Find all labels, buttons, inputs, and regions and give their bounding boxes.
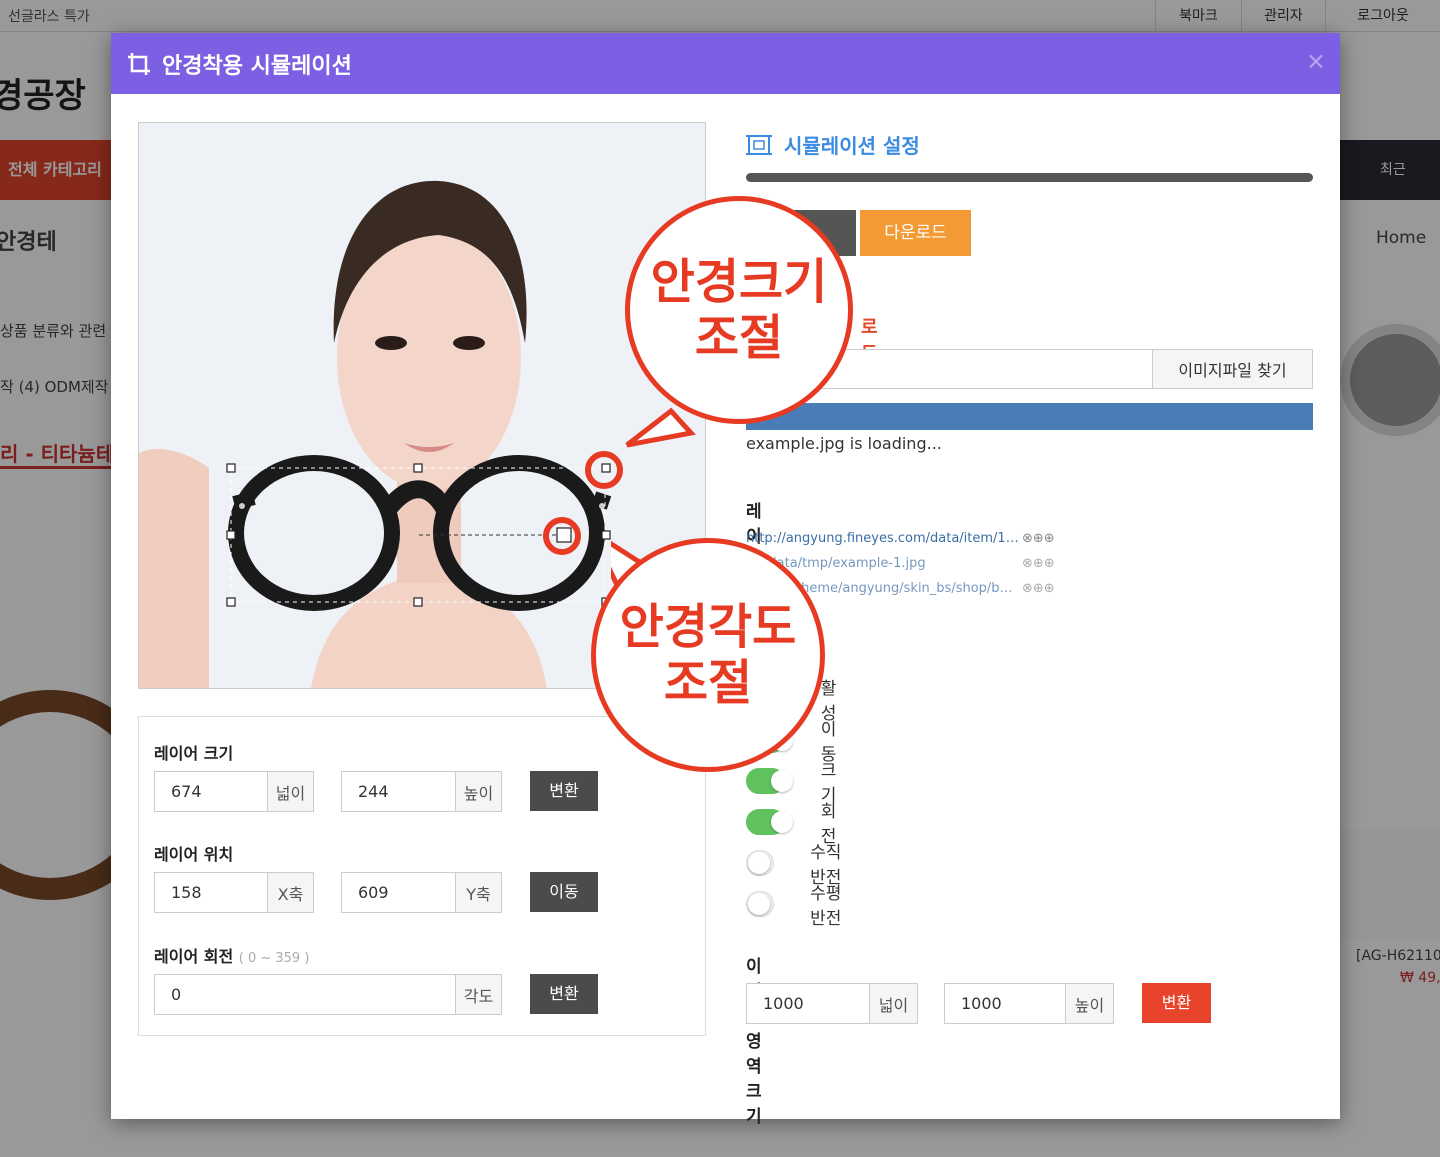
modal-header: 안경착용 시뮬레이션 xyxy=(111,33,1340,94)
layer-rotation-group: 각도 xyxy=(154,974,502,1015)
layer-actions-icon[interactable]: ⊗⊕⊕ xyxy=(1022,581,1055,596)
height-addon: 높이 xyxy=(455,772,501,811)
layer-width-input[interactable] xyxy=(155,772,267,811)
area-height-input[interactable] xyxy=(945,984,1065,1023)
layer-size-label: 레이어 크기 xyxy=(154,744,234,763)
area-width-group: 넓이 xyxy=(746,983,918,1024)
layer-height-group: 높이 xyxy=(341,771,502,812)
layer-x-group: X축 xyxy=(154,872,314,913)
apply-area-button[interactable]: 변환 xyxy=(1142,983,1211,1023)
resize-button[interactable]: 변환 xyxy=(530,771,598,811)
layer-form: 레이어 크기 넓이 높이 변환 레이어 위치 X축 Y축 이동 레이어 회전 (… xyxy=(138,716,706,1036)
area-width-addon: 넓이 xyxy=(869,984,917,1023)
loading-status: example.jpg is loading... xyxy=(746,434,942,453)
area-width-input[interactable] xyxy=(747,984,869,1023)
angle-addon: 각도 xyxy=(455,975,501,1014)
close-icon[interactable]: × xyxy=(1306,47,1326,75)
modal-title: 안경착용 시뮬레이션 xyxy=(162,53,352,79)
y-addon: Y축 xyxy=(455,873,501,912)
layer-y-group: Y축 xyxy=(341,872,502,913)
toggle-switch[interactable] xyxy=(746,891,775,917)
layer-width-group: 넓이 xyxy=(154,771,314,812)
layer-x-input[interactable] xyxy=(155,873,267,912)
rotate-button[interactable]: 변환 xyxy=(530,974,598,1014)
browse-image-button[interactable]: 이미지파일 찾기 xyxy=(1152,350,1312,388)
x-addon: X축 xyxy=(267,873,313,912)
layer-item[interactable]: /data/tmp/example-1.jpg ⊗⊕⊕ xyxy=(746,556,1055,571)
toggle-switch[interactable] xyxy=(746,768,793,794)
toggle-knob xyxy=(771,811,793,833)
layer-rotation-input[interactable] xyxy=(155,975,455,1014)
toggle-label: 수평반전 xyxy=(810,884,842,929)
layer-rotation-label: 레이어 회전 ( 0 ~ 359 ) xyxy=(154,947,310,966)
settings-title: 시뮬레이션 설정 xyxy=(746,130,920,159)
rotation-hint: ( 0 ~ 359 ) xyxy=(238,951,310,966)
simulation-modal: 안경착용 시뮬레이션 × 레이어 크기 674 넓이 244 높이 변환 레이어… xyxy=(111,33,1340,1127)
rotate-handle-highlight xyxy=(543,517,581,555)
layer-item[interactable]: http://angyung.fineyes.com/data/item/146… xyxy=(746,531,1055,546)
area-height-addon: 높이 xyxy=(1065,984,1113,1023)
callout-angle: 안경각도 조절 xyxy=(591,538,825,772)
toggle-switch[interactable] xyxy=(746,809,793,835)
layer-actions-icon[interactable]: ⊗⊕⊕ xyxy=(1022,556,1055,571)
upload-progress xyxy=(746,403,1313,430)
width-addon: 넓이 xyxy=(267,772,313,811)
image-area-label: 이미지 영역 크기 xyxy=(746,957,762,1127)
crop-icon xyxy=(126,51,152,77)
layer-actions-icon[interactable]: ⊗⊕⊕ xyxy=(1022,531,1055,546)
toggle-knob xyxy=(748,893,770,915)
callout-size: 안경크기 조절 xyxy=(625,196,853,424)
toggle-row: 수평반전 xyxy=(746,879,846,929)
area-height-group: 높이 xyxy=(944,983,1114,1024)
frame-icon xyxy=(746,134,772,155)
toggle-switch[interactable] xyxy=(746,850,775,876)
toggle-knob xyxy=(748,852,770,874)
move-button[interactable]: 이동 xyxy=(530,872,598,912)
layer-height-input[interactable] xyxy=(342,772,455,811)
download-button[interactable]: 다운로드 xyxy=(860,210,971,256)
layer-position-label: 레이어 위치 xyxy=(154,845,234,864)
layer-y-input[interactable] xyxy=(342,873,455,912)
toggle-knob xyxy=(771,770,793,792)
progress-bar xyxy=(746,173,1313,182)
